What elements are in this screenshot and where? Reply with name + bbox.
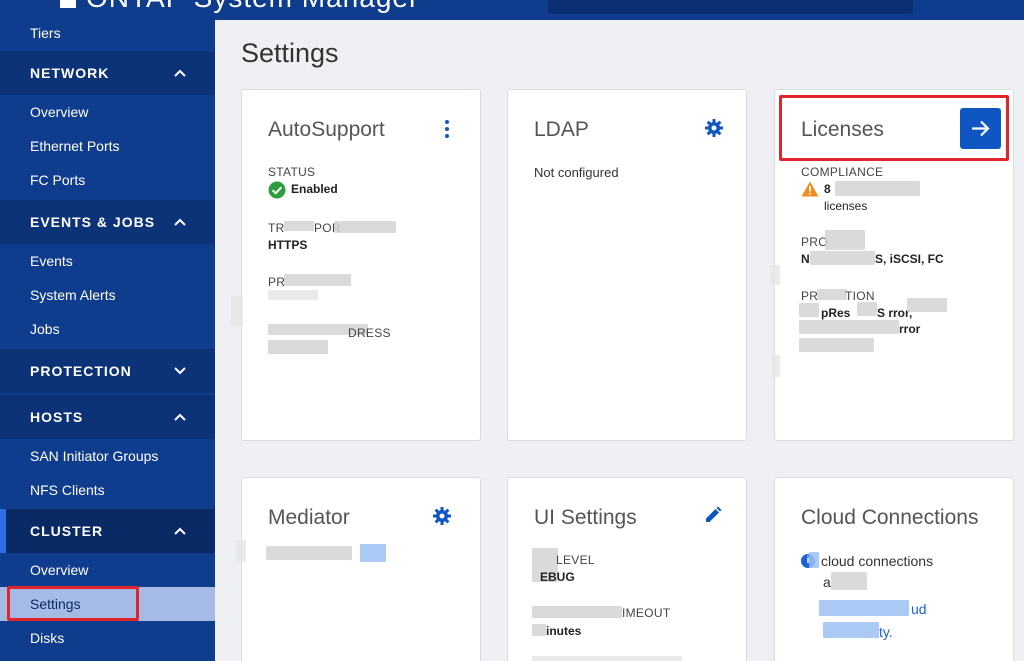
sidebar-section-network[interactable]: NETWORK (0, 51, 215, 95)
redacted-block (334, 221, 396, 233)
settings-highlight (7, 586, 139, 621)
app-title: ONTAP System Manager (86, 0, 419, 14)
sidebar-item-network-overview[interactable]: Overview (0, 95, 215, 129)
redacted-block (857, 302, 877, 316)
card-title: LDAP (534, 118, 589, 141)
sidebar-item-system-alerts[interactable]: System Alerts (0, 278, 215, 312)
redacted-block (532, 624, 546, 636)
protection-label-tail: TION (845, 289, 875, 303)
warning-icon (801, 181, 819, 202)
sidebar-section-events-jobs[interactable]: EVENTS & JOBS (0, 200, 215, 244)
redacted-block (284, 274, 351, 286)
sidebar-section-cluster[interactable]: CLUSTER (0, 509, 215, 553)
sidebar-item-san-initiator-groups[interactable]: SAN Initiator Groups (0, 439, 215, 473)
transport-value: HTTPS (268, 238, 308, 252)
redacted-block (360, 544, 386, 562)
redacted-block (823, 622, 879, 638)
redacted-block (772, 355, 780, 377)
redacted-block (819, 600, 909, 616)
compliance-label: COMPLIANCE (801, 165, 884, 179)
sidebar-section-hosts[interactable]: HOSTS (0, 395, 215, 439)
address-label: DRESS (348, 326, 391, 340)
sidebar-item-tiers[interactable]: Tiers (0, 16, 215, 50)
protection-value-2: rror (899, 322, 921, 336)
redacted-block (810, 251, 875, 265)
redacted-block (532, 606, 622, 618)
redacted-block (236, 540, 246, 562)
card-title: Cloud Connections (801, 506, 979, 529)
licenses-text: licenses (824, 199, 868, 213)
redacted-block (231, 296, 243, 326)
section-label: EVENTS & JOBS (30, 214, 156, 230)
protocols-value: S, iSCSI, FC (875, 252, 944, 266)
sidebar-section-protection[interactable]: PROTECTION (0, 349, 215, 393)
section-label: CLUSTER (30, 523, 104, 539)
sidebar-item-cluster-overview[interactable]: Overview (0, 553, 215, 587)
redacted-block (770, 265, 780, 285)
ldap-status: Not configured (534, 165, 619, 180)
ui-settings-card: UI Settings LEVEL EBUG IMEOUT inutes (507, 477, 747, 661)
timeout-value: inutes (546, 624, 582, 638)
check-circle-icon (268, 181, 286, 204)
section-label: HOSTS (30, 409, 84, 425)
protocols-prefix: N (801, 252, 810, 266)
redacted-block (799, 303, 819, 317)
autosupport-card: AutoSupport STATUS Enabled TR POR HTTPS … (241, 89, 481, 441)
redacted-block (809, 552, 819, 568)
sidebar-item-events[interactable]: Events (0, 244, 215, 278)
gear-icon[interactable] (704, 118, 726, 140)
timeout-label: IMEOUT (622, 606, 671, 620)
redacted-block (907, 298, 947, 312)
level-label: LEVEL (556, 553, 595, 567)
redacted-block (268, 340, 328, 354)
pencil-icon[interactable] (704, 506, 726, 528)
section-label: PROTECTION (30, 363, 132, 379)
sidebar-item-ethernet-ports[interactable]: Ethernet Ports (0, 129, 215, 163)
redacted-block (532, 656, 682, 661)
redacted-block (835, 181, 920, 196)
sidebar-item-nfs-clients[interactable]: NFS Clients (0, 473, 215, 507)
page-title: Settings (241, 38, 339, 68)
cloud-connections-line2: a (823, 574, 831, 590)
sidebar-item-disks[interactable]: Disks (0, 621, 215, 655)
transport-label: TR (268, 221, 285, 235)
section-label: NETWORK (30, 65, 110, 81)
level-value: EBUG (540, 570, 575, 584)
licenses-highlight (779, 95, 1009, 161)
protection-label: PR (801, 289, 819, 303)
proxy-label: PR (268, 275, 286, 289)
netapp-logo (60, 0, 76, 8)
card-title: AutoSupport (268, 118, 385, 141)
gear-icon[interactable] (432, 506, 454, 528)
cloud-connections-card: Cloud Connections i cloud connections a … (774, 477, 1014, 661)
redacted-block (799, 338, 874, 352)
card-title: UI Settings (534, 506, 637, 529)
cloud-connections-text: cloud connections (821, 553, 934, 569)
sidebar-item-fc-ports[interactable]: FC Ports (0, 163, 215, 197)
status-value: Enabled (291, 182, 338, 196)
ldap-card: LDAP Not configured (507, 89, 747, 441)
card-title: Mediator (268, 506, 350, 529)
cloud-link[interactable]: ud (911, 601, 927, 617)
sidebar-item-jobs[interactable]: Jobs (0, 312, 215, 346)
cloud-link-2[interactable]: ty. (879, 624, 893, 640)
redacted-block (266, 546, 352, 560)
redacted-block (284, 221, 314, 231)
redacted-block (825, 230, 865, 250)
redacted-block (831, 572, 867, 590)
redacted-block (817, 289, 847, 300)
sidebar: Tiers NETWORK Overview Ethernet Ports FC… (0, 20, 215, 661)
protection-value-1: pRes (821, 306, 851, 320)
redacted-block (268, 290, 318, 300)
more-vertical-icon[interactable] (440, 118, 462, 140)
protocols-label: PRO (801, 235, 828, 249)
mediator-card: Mediator (241, 477, 481, 661)
search-input[interactable] (548, 0, 913, 14)
redacted-block (799, 320, 899, 334)
license-count: 8 (824, 182, 831, 196)
status-label: STATUS (268, 165, 316, 179)
